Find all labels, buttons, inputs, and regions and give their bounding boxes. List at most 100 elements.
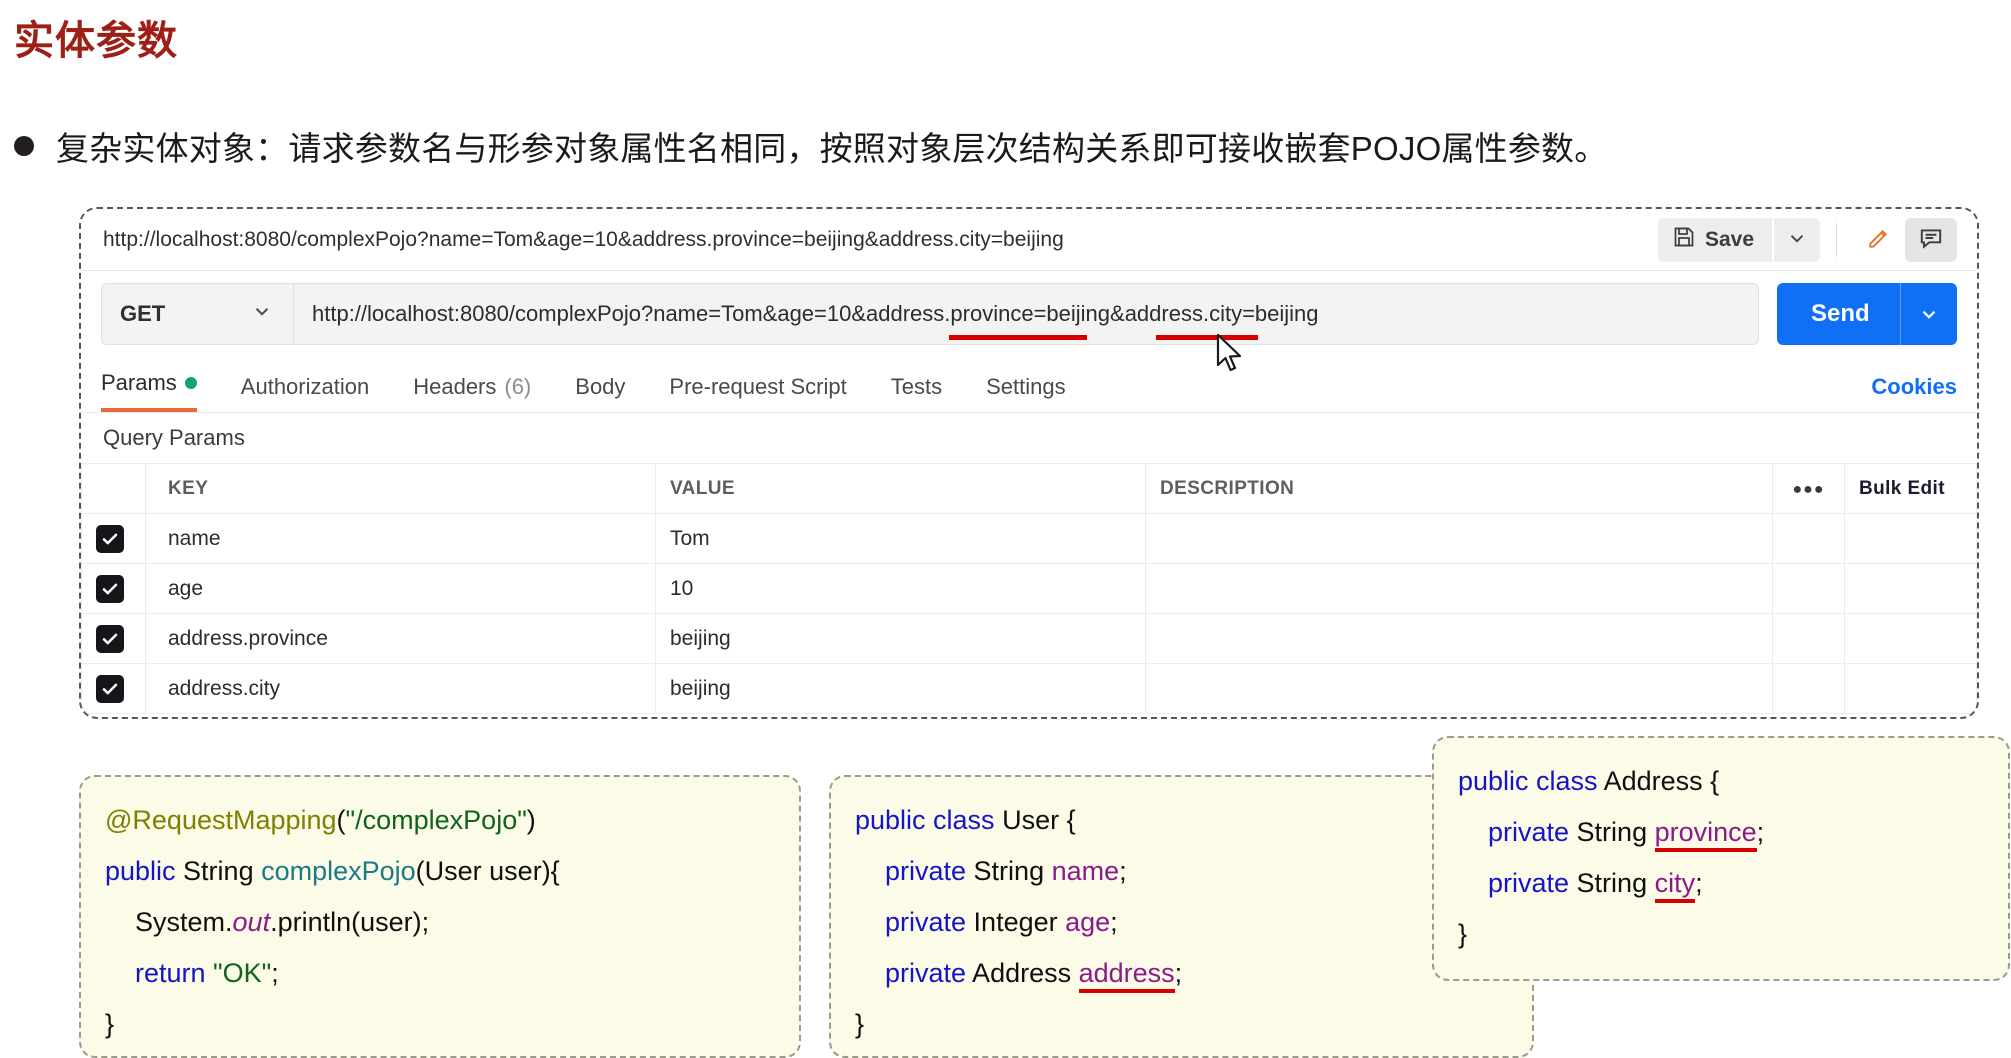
tab-settings[interactable]: Settings [986, 374, 1066, 412]
string-token: "/complexPojo" [345, 805, 527, 835]
keyword-token: private [1458, 868, 1570, 898]
semicolon: ; [1110, 907, 1118, 937]
tab-params[interactable]: Params [101, 370, 197, 412]
url-highlight-province [949, 335, 1087, 340]
semicolon: ; [1174, 958, 1183, 988]
row-key[interactable]: address.province [145, 613, 656, 664]
tab-authorization-label: Authorization [240, 374, 370, 399]
brace-close: } [105, 1009, 115, 1039]
code-line: System.out.println(user); [105, 897, 775, 948]
postman-tabbar: http://localhost:8080/complexPojo?name=T… [81, 209, 1977, 271]
chevron-down-icon [251, 300, 273, 328]
cookies-link[interactable]: Cookies [1871, 374, 1957, 412]
field-token-highlighted: address [1078, 958, 1175, 993]
semicolon: ; [1119, 856, 1127, 886]
table-row: name Tom [81, 513, 1977, 564]
code-line: } [105, 999, 775, 1050]
tab-headers[interactable]: Headers (6) [413, 374, 531, 412]
brace-close: } [1458, 919, 1468, 949]
more-options-icon: ●●● [1792, 480, 1825, 498]
checkbox-checked-icon[interactable] [96, 674, 124, 703]
row-spacer-a [1772, 663, 1845, 714]
code-line: public String complexPojo(User user){ [105, 846, 775, 897]
row-value[interactable]: beijing [655, 663, 1146, 714]
header-key: KEY [145, 463, 656, 514]
keyword-token: return [105, 958, 214, 988]
code-line: private Address address; [855, 948, 1508, 999]
toolbar-divider [1836, 222, 1837, 257]
keyword-token: public class [1458, 766, 1598, 796]
row-value[interactable]: Tom [655, 513, 1146, 564]
row-spacer-b [1844, 663, 1977, 714]
page-title: 实体参数 [14, 19, 178, 63]
tab-authorization[interactable]: Authorization [241, 374, 369, 412]
row-checkbox-cell[interactable] [81, 663, 146, 714]
header-description: DESCRIPTION [1145, 463, 1773, 514]
checkbox-checked-icon[interactable] [96, 624, 124, 653]
edit-pencil-button[interactable] [1853, 218, 1905, 262]
code-block-address: public class Address { private String pr… [1432, 736, 2010, 981]
row-spacer-b [1844, 613, 1977, 664]
keyword-token: private [855, 907, 967, 937]
tab-pre-request-script-label: Pre-request Script [669, 374, 847, 399]
args-token: (User user){ [415, 856, 560, 886]
request-tab-title[interactable]: http://localhost:8080/complexPojo?name=T… [103, 228, 1064, 252]
save-icon [1672, 225, 1696, 255]
string-token: "OK" [213, 958, 272, 988]
comment-icon [1918, 225, 1944, 254]
send-button[interactable]: Send [1777, 283, 1957, 345]
row-value[interactable]: 10 [655, 563, 1146, 614]
row-key[interactable]: age [145, 563, 656, 614]
paren-close: ) [526, 805, 536, 835]
comment-button[interactable] [1905, 217, 1957, 262]
tab-tests-label: Tests [890, 374, 943, 399]
tab-body[interactable]: Body [575, 374, 625, 412]
row-description[interactable] [1145, 563, 1773, 614]
row-key[interactable]: name [145, 513, 656, 564]
semicolon: ; [1756, 817, 1765, 847]
code-line: private String city; [1458, 858, 1984, 909]
bullet-text: 复杂实体对象：请求参数名与形参对象属性名相同，按照对象层次结构关系即可接收嵌套P… [56, 130, 1608, 167]
postman-panel: http://localhost:8080/complexPojo?name=T… [79, 207, 1979, 719]
code-line: } [1458, 909, 1984, 960]
row-description[interactable] [1145, 513, 1773, 564]
http-method-select[interactable]: GET [101, 283, 293, 345]
code-block-controller: @RequestMapping("/complexPojo") public St… [79, 775, 801, 1058]
semicolon: ; [271, 958, 279, 988]
request-url-input[interactable]: http://localhost:8080/complexPojo?name=T… [293, 283, 1759, 345]
tab-tests[interactable]: Tests [891, 374, 942, 412]
save-button[interactable]: Save [1657, 217, 1772, 262]
tab-pre-request-script[interactable]: Pre-request Script [669, 374, 846, 412]
method-token: complexPojo [261, 856, 416, 886]
send-dropdown-button[interactable] [1901, 303, 1957, 325]
row-checkbox-cell[interactable] [81, 513, 146, 564]
row-description[interactable] [1145, 613, 1773, 664]
tab-headers-label: Headers [413, 374, 497, 399]
field-token-highlighted: city [1654, 868, 1696, 903]
request-row: GET http://localhost:8080/complexPojo?na… [81, 271, 1977, 357]
keyword-token: private [1458, 817, 1570, 847]
semicolon: ; [1695, 868, 1703, 898]
row-description[interactable] [1145, 663, 1773, 714]
annotation-token: @RequestMapping [105, 805, 337, 835]
row-key[interactable]: address.city [145, 663, 656, 714]
paren-open: ( [336, 805, 346, 835]
pencil-icon [1866, 225, 1892, 254]
save-dropdown-button[interactable] [1774, 217, 1820, 262]
checkbox-checked-icon[interactable] [96, 524, 124, 553]
checkbox-checked-icon[interactable] [96, 574, 124, 603]
row-checkbox-cell[interactable] [81, 563, 146, 614]
header-select-all[interactable] [81, 463, 146, 514]
field-token-highlighted: province [1654, 817, 1757, 852]
row-spacer-b [1844, 513, 1977, 564]
header-value: VALUE [655, 463, 1146, 514]
header-more-options-button[interactable]: ●●● [1772, 463, 1845, 514]
type-token: Address [966, 958, 1079, 988]
stmt-token: System. [105, 907, 233, 937]
query-params-label: Query Params [103, 425, 245, 450]
row-value[interactable]: beijing [655, 613, 1146, 664]
row-checkbox-cell[interactable] [81, 613, 146, 664]
tabbar-actions: Save [1657, 209, 1977, 270]
http-method-value: GET [120, 301, 166, 326]
bulk-edit-button[interactable]: Bulk Edit [1844, 463, 1977, 514]
